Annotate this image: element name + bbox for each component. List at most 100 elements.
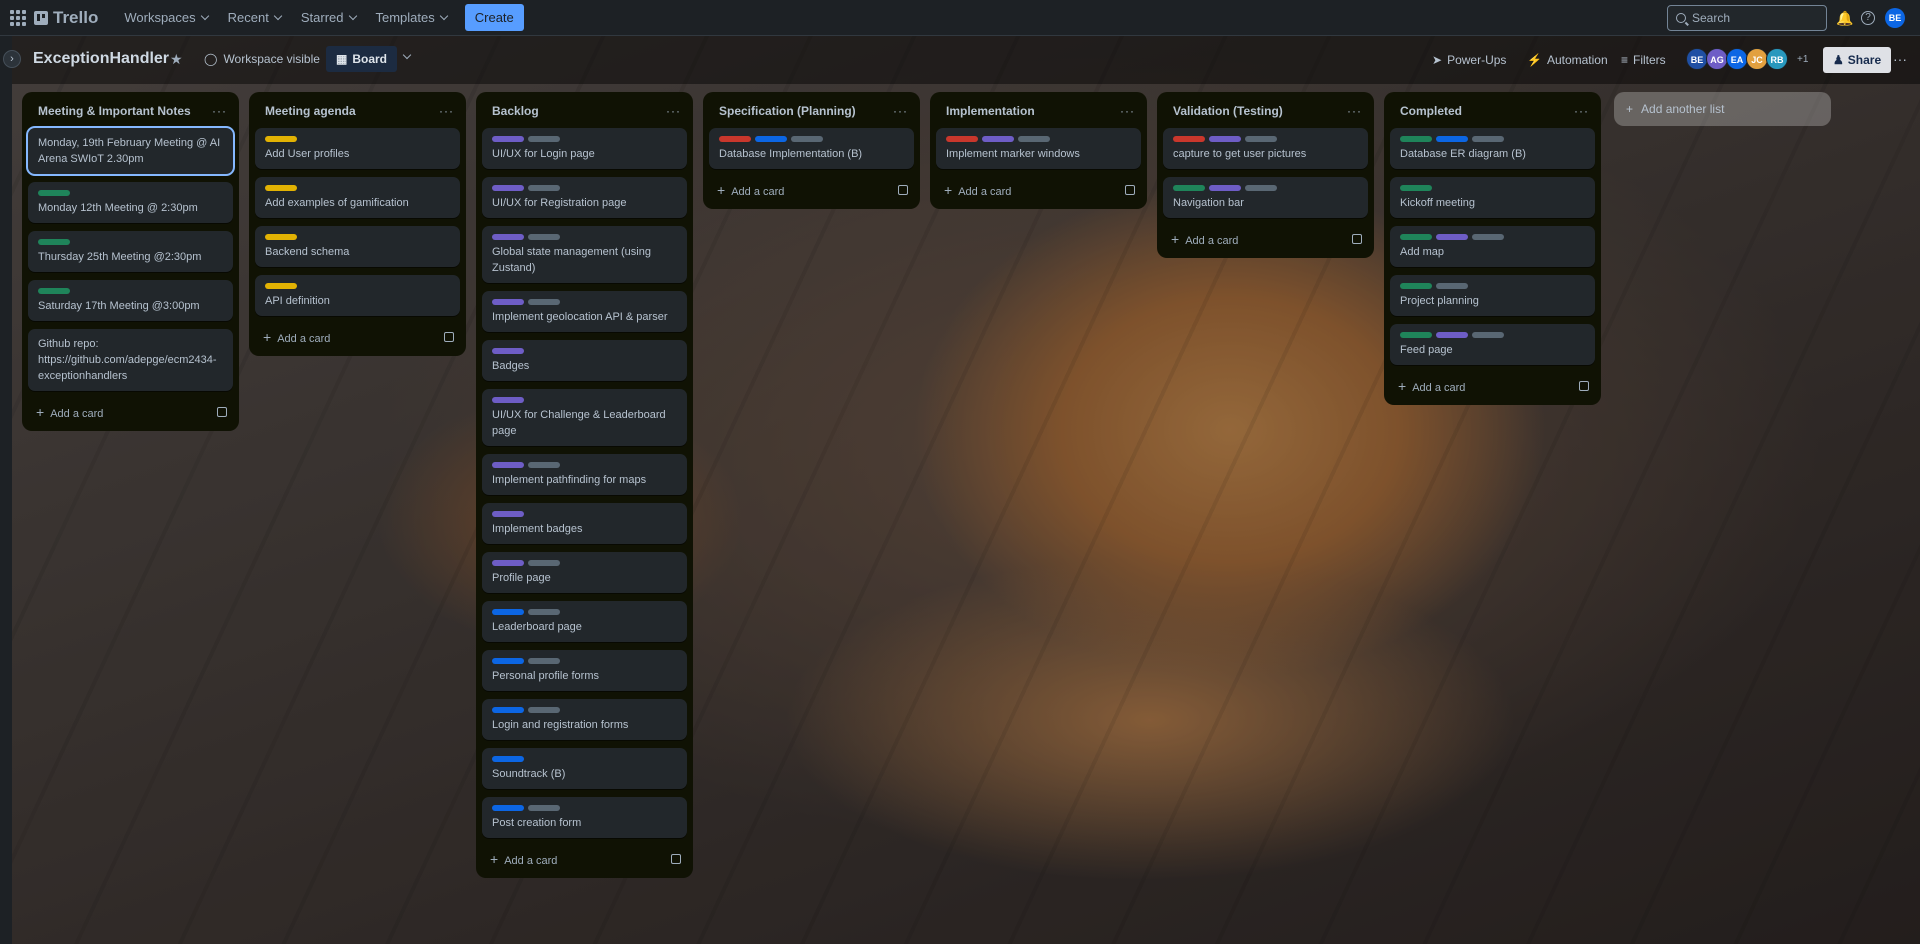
notifications-bell-icon[interactable]: 🔔 xyxy=(1836,9,1854,27)
card[interactable]: UI/UX for Login page xyxy=(482,128,687,169)
nav-workspaces[interactable]: Workspaces xyxy=(114,4,217,31)
label-purple[interactable] xyxy=(1209,136,1241,142)
add-card-action[interactable]: + Add a card xyxy=(263,329,330,345)
add-card-button[interactable]: + Add a card xyxy=(1157,226,1374,252)
member-avatar[interactable]: EA xyxy=(1726,48,1748,70)
list-title[interactable]: Meeting agenda xyxy=(265,104,356,118)
create-button[interactable]: Create xyxy=(464,4,524,31)
list[interactable]: Validation (Testing) ··· capture to get us… xyxy=(1157,92,1374,258)
member-avatar[interactable]: BE xyxy=(1686,48,1708,70)
create-from-template-icon[interactable] xyxy=(1352,234,1362,244)
list-menu-icon[interactable]: ··· xyxy=(1574,104,1589,118)
list-menu-icon[interactable]: ··· xyxy=(666,104,681,118)
label-gray[interactable] xyxy=(1436,283,1468,289)
label-blue[interactable] xyxy=(492,658,524,664)
list[interactable]: Backlog ··· UI/UX for Login page UI/UX for … xyxy=(476,92,693,878)
label-purple[interactable] xyxy=(492,185,524,191)
label-purple[interactable] xyxy=(492,348,524,354)
label-green[interactable] xyxy=(1400,234,1432,240)
list-menu-icon[interactable]: ··· xyxy=(212,104,227,118)
add-card-action[interactable]: + Add a card xyxy=(944,182,1011,198)
create-from-template-icon[interactable] xyxy=(898,185,908,195)
label-green[interactable] xyxy=(38,239,70,245)
list[interactable]: Implementation ··· Implement marker window… xyxy=(930,92,1147,209)
label-purple[interactable] xyxy=(1436,234,1468,240)
label-green[interactable] xyxy=(38,190,70,196)
expand-sidebar-icon[interactable]: › xyxy=(3,50,21,68)
label-purple[interactable] xyxy=(492,560,524,566)
automation-button[interactable]: ⚡ Automation xyxy=(1527,53,1608,67)
label-blue[interactable] xyxy=(755,136,787,142)
list[interactable]: Completed ··· Database ER diagram (B) Kicko… xyxy=(1384,92,1601,405)
label-gray[interactable] xyxy=(1245,136,1277,142)
label-gray[interactable] xyxy=(1472,234,1504,240)
board-view-button[interactable]: ▦ Board xyxy=(326,46,398,72)
member-avatar[interactable]: AG xyxy=(1706,48,1728,70)
search-input[interactable]: Search xyxy=(1667,5,1827,31)
label-gray[interactable] xyxy=(1472,136,1504,142)
nav-templates[interactable]: Templates xyxy=(366,4,457,31)
add-card-action[interactable]: + Add a card xyxy=(717,182,784,198)
add-card-button[interactable]: + Add a card xyxy=(22,399,239,425)
label-gray[interactable] xyxy=(528,805,560,811)
list-menu-icon[interactable]: ··· xyxy=(1347,104,1362,118)
card[interactable]: Add map xyxy=(1390,226,1595,267)
list-menu-icon[interactable]: ··· xyxy=(439,104,454,118)
add-card-button[interactable]: + Add a card xyxy=(249,324,466,350)
card[interactable]: Implement geolocation API & parser xyxy=(482,291,687,332)
label-gray[interactable] xyxy=(528,234,560,240)
label-red[interactable] xyxy=(946,136,978,142)
board-title[interactable]: ExceptionHandler xyxy=(33,50,169,68)
card[interactable]: Monday, 19th February Meeting @ AI Arena… xyxy=(28,128,233,174)
list-title[interactable]: Validation (Testing) xyxy=(1173,104,1283,118)
app-switcher-icon[interactable] xyxy=(10,9,26,26)
nav-recent[interactable]: Recent xyxy=(218,4,291,31)
trello-logo[interactable]: Trello xyxy=(34,8,98,28)
card[interactable]: Soundtrack (B) xyxy=(482,748,687,789)
label-green[interactable] xyxy=(38,288,70,294)
card[interactable]: Profile page xyxy=(482,552,687,593)
label-gray[interactable] xyxy=(528,136,560,142)
card[interactable]: Database Implementation (B) xyxy=(709,128,914,169)
list[interactable]: Meeting & Important Notes ··· Monday, 19th… xyxy=(22,92,239,431)
user-avatar[interactable]: BE xyxy=(1885,8,1905,28)
card[interactable]: UI/UX for Registration page xyxy=(482,177,687,218)
card[interactable]: Saturday 17th Meeting @3:00pm xyxy=(28,280,233,321)
visibility-button[interactable]: ◯ Workspace visible xyxy=(204,52,320,66)
list-menu-icon[interactable]: ··· xyxy=(893,104,908,118)
add-card-button[interactable]: + Add a card xyxy=(930,177,1147,203)
label-yellow[interactable] xyxy=(265,136,297,142)
label-blue[interactable] xyxy=(1436,136,1468,142)
card[interactable]: Badges xyxy=(482,340,687,381)
card[interactable]: Implement badges xyxy=(482,503,687,544)
list-title[interactable]: Backlog xyxy=(492,104,539,118)
powerups-button[interactable]: ➤ Power-Ups xyxy=(1432,53,1506,67)
star-icon[interactable]: ★ xyxy=(170,51,183,68)
label-gray[interactable] xyxy=(528,299,560,305)
add-card-action[interactable]: + Add a card xyxy=(490,851,557,867)
label-purple[interactable] xyxy=(492,397,524,403)
card[interactable]: Post creation form xyxy=(482,797,687,838)
label-blue[interactable] xyxy=(492,756,524,762)
label-gray[interactable] xyxy=(528,609,560,615)
label-gray[interactable] xyxy=(528,185,560,191)
label-gray[interactable] xyxy=(528,658,560,664)
label-purple[interactable] xyxy=(492,462,524,468)
list-title[interactable]: Meeting & Important Notes xyxy=(38,104,191,118)
share-button[interactable]: ♟ Share xyxy=(1823,47,1892,73)
list-title[interactable]: Specification (Planning) xyxy=(719,104,856,118)
nav-starred[interactable]: Starred xyxy=(291,4,366,31)
label-red[interactable] xyxy=(719,136,751,142)
add-card-button[interactable]: + Add a card xyxy=(476,846,693,872)
label-gray[interactable] xyxy=(1018,136,1050,142)
card[interactable]: Navigation bar xyxy=(1163,177,1368,218)
label-purple[interactable] xyxy=(492,299,524,305)
help-icon[interactable]: ? xyxy=(1861,11,1875,25)
label-gray[interactable] xyxy=(791,136,823,142)
label-purple[interactable] xyxy=(1209,185,1241,191)
label-green[interactable] xyxy=(1400,185,1432,191)
card[interactable]: Monday 12th Meeting @ 2:30pm xyxy=(28,182,233,223)
label-purple[interactable] xyxy=(1436,332,1468,338)
card[interactable]: API definition xyxy=(255,275,460,316)
create-from-template-icon[interactable] xyxy=(217,407,227,417)
